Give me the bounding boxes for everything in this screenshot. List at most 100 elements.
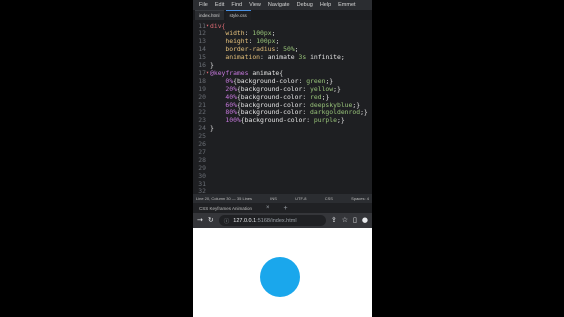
url-host: 127.0.0.1 xyxy=(233,217,257,224)
menu-view[interactable]: View xyxy=(249,2,261,8)
code-token: ;} xyxy=(325,76,334,85)
share-icon[interactable]: ⇪ xyxy=(331,217,337,224)
code-token: border-radius xyxy=(225,45,276,54)
line-number: 27 xyxy=(198,147,206,156)
url-text: 127.0.0.1:5168/index.html xyxy=(233,218,296,224)
code-text: } xyxy=(210,61,214,69)
code-line[interactable]: 19 20%{background-color: yellow;} xyxy=(193,85,372,93)
bookmark-star-icon[interactable]: ☆ xyxy=(342,217,348,224)
page-viewport xyxy=(193,228,372,317)
code-line[interactable]: 21 60%{background-color: deepskyblue;} xyxy=(193,101,372,109)
menu-debug[interactable]: Debug xyxy=(297,2,313,8)
code-text: } xyxy=(210,124,214,132)
indentation[interactable]: Spaces: 4 xyxy=(351,196,369,201)
code-token: animation xyxy=(225,53,261,62)
fold-arrow-icon[interactable]: ▾ xyxy=(206,70,210,76)
code-line[interactable]: 22 80%{background-color: darkgoldenrod;} xyxy=(193,108,372,116)
code-line[interactable]: 31 xyxy=(193,180,372,188)
code-text: height: 100px; xyxy=(210,37,279,45)
line-number: 24 xyxy=(198,124,206,133)
line-number: 16 xyxy=(198,61,206,69)
code-token: animate{ xyxy=(248,68,284,77)
code-line[interactable]: 26 xyxy=(193,140,372,148)
info-icon[interactable]: ⓘ xyxy=(224,217,230,225)
code-text: @keyframes animate{ xyxy=(210,69,283,77)
code-token: } xyxy=(210,124,214,133)
code-token: ;} xyxy=(321,92,330,101)
code-line[interactable]: 23 100%{background-color: purple;} xyxy=(193,116,372,124)
line-number: 23 xyxy=(198,116,206,125)
code-line[interactable]: 28 xyxy=(193,156,372,164)
profile-icon[interactable]: ● xyxy=(362,217,368,224)
browser-toolbar: → ↻ ⓘ 127.0.0.1:5168/index.html ⇪ ☆ ▯ ● xyxy=(193,213,372,228)
code-token: ;} xyxy=(360,108,368,117)
code-token: ; xyxy=(271,29,276,38)
code-text: 20%{background-color: yellow;} xyxy=(210,84,340,93)
code-token: {background-color: xyxy=(233,76,307,85)
menu-file[interactable]: File xyxy=(199,2,208,8)
code-line[interactable]: 18 0%{background-color: green;} xyxy=(193,77,372,85)
address-bar[interactable]: ⓘ 127.0.0.1:5168/index.html xyxy=(218,215,326,226)
code-token: 20% xyxy=(225,84,237,93)
code-token: : xyxy=(275,45,284,54)
code-line[interactable]: 25 xyxy=(193,132,372,140)
code-token: width xyxy=(225,29,245,38)
menu-help[interactable]: Help xyxy=(320,2,331,8)
code-token: 40% xyxy=(225,92,237,101)
line-number: 30 xyxy=(198,171,206,180)
code-token: {background-color: xyxy=(236,92,311,101)
code-token: 100px xyxy=(252,29,272,38)
code-token: yellow xyxy=(310,84,334,93)
code-token: : animate xyxy=(260,53,299,62)
forward-icon[interactable]: → xyxy=(197,217,203,224)
fold-arrow-icon[interactable]: ▾ xyxy=(206,23,210,29)
browser-tab-strip: CSS Keyframes Animation × + xyxy=(193,203,372,213)
code-token: darkgoldenrod xyxy=(310,108,361,117)
editor-status-bar: Line 20, Column 30 — 35 Lines INS UTF-8 … xyxy=(193,194,372,203)
tab-index-html[interactable]: index.html xyxy=(195,10,224,20)
menu-emmet[interactable]: Emmet xyxy=(338,2,355,8)
menu-navigate[interactable]: Navigate xyxy=(268,2,290,8)
new-tab-icon[interactable]: + xyxy=(284,205,288,212)
code-token: ;} xyxy=(336,116,345,125)
code-line[interactable]: 27 xyxy=(193,148,372,156)
reload-icon[interactable]: ↻ xyxy=(208,217,214,224)
code-token: 100px xyxy=(256,37,276,46)
code-line[interactable]: 13 height: 100px; xyxy=(193,37,372,45)
line-number: 19 xyxy=(198,84,206,93)
code-editor[interactable]: 11 ▾ div{12 width: 100px; 13 height: 100px;… xyxy=(193,21,372,196)
code-line[interactable]: 24} xyxy=(193,124,372,132)
line-number: 25 xyxy=(198,132,206,141)
code-line[interactable]: 16} xyxy=(193,61,372,69)
code-line[interactable]: 17 ▾ @keyframes animate{ xyxy=(193,69,372,77)
code-token: {background-color: xyxy=(236,108,311,117)
code-line[interactable]: 12 width: 100px; xyxy=(193,29,372,37)
line-number: 18 xyxy=(198,76,206,85)
code-line[interactable]: 29 xyxy=(193,164,372,172)
code-line[interactable]: 30 xyxy=(193,172,372,180)
line-number: 26 xyxy=(198,140,206,148)
code-text: 60%{background-color: deepskyblue;} xyxy=(210,101,360,109)
line-number: 29 xyxy=(198,163,206,172)
code-token: ;} xyxy=(352,100,361,109)
code-text: 0%{background-color: green;} xyxy=(210,77,333,85)
code-line[interactable]: 15 animation: animate 3s infinite; xyxy=(193,53,372,61)
code-line[interactable]: 11 ▾ div{ xyxy=(193,22,372,30)
tab-style-css[interactable]: style.css xyxy=(225,10,251,20)
line-number: 22 xyxy=(198,108,206,117)
menu-edit[interactable]: Edit xyxy=(215,2,224,8)
language-mode[interactable]: CSS xyxy=(325,196,333,201)
editor-tab-bar: index.html style.css xyxy=(193,10,372,20)
sidebar-icon[interactable]: ▯ xyxy=(353,217,357,224)
menu-find[interactable]: Find xyxy=(231,2,242,8)
code-token: infinite; xyxy=(306,53,345,62)
code-line[interactable]: 14 border-radius: 50%; xyxy=(193,45,372,53)
code-line[interactable]: 20 40%{background-color: red;} xyxy=(193,93,372,101)
close-icon[interactable]: × xyxy=(266,205,270,211)
encoding[interactable]: UTF-8 xyxy=(295,196,306,201)
insert-mode[interactable]: INS xyxy=(270,196,277,201)
browser-tab-title[interactable]: CSS Keyframes Animation xyxy=(199,206,252,211)
